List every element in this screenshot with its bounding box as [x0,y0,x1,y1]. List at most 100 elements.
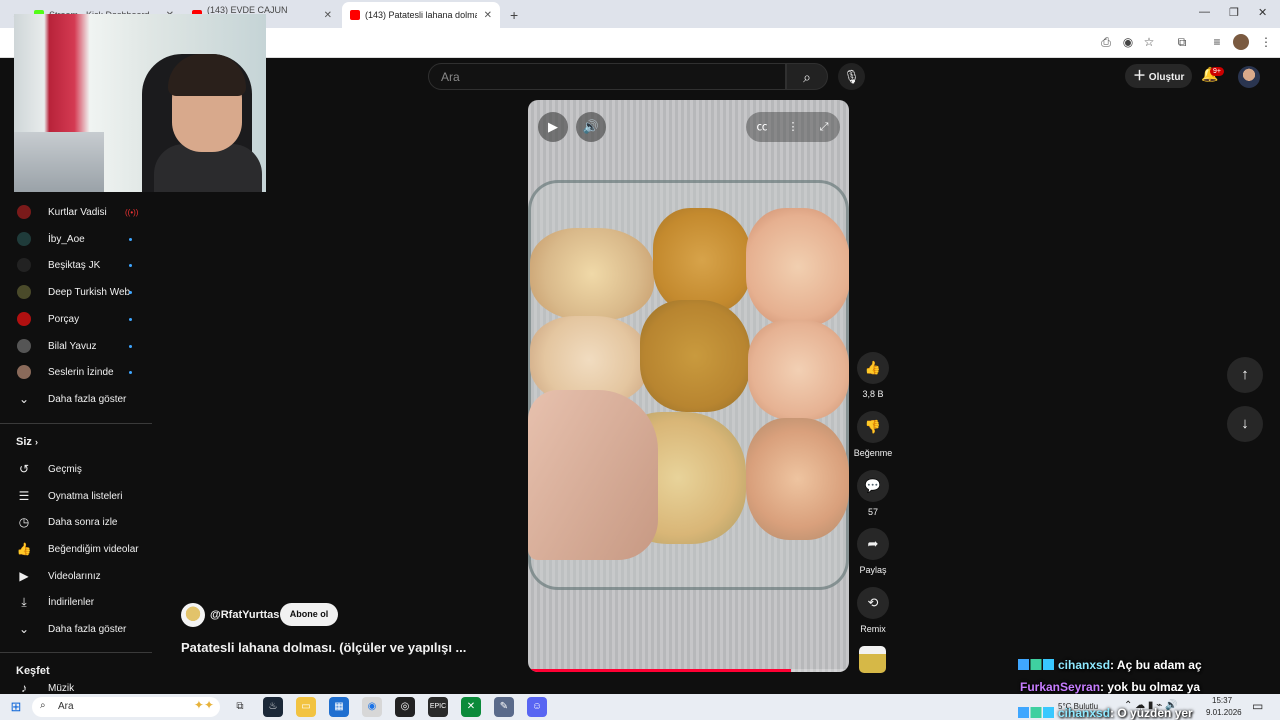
sidebar-item-iby-aoe[interactable]: İby_Aoe [0,226,152,252]
restore-button[interactable]: ❐ [1229,6,1239,19]
epic-games-icon[interactable]: EPIC [428,697,448,717]
dislike-button[interactable]: 👎 Beğenme [852,411,894,458]
profile-avatar-icon[interactable] [1233,34,1249,50]
voice-search-button[interactable]: 🎙 [838,63,865,90]
new-tab-button[interactable]: + [502,4,526,26]
create-label: Oluştur [1148,72,1185,83]
chat-username: cihanxsd [1058,706,1111,720]
file-explorer-icon[interactable]: ▭ [296,697,316,717]
captions-icon[interactable]: ㏄ [747,112,777,142]
hide-icon[interactable]: ◉ [1120,34,1136,50]
volume-button[interactable]: 🔊 [576,112,606,142]
sound-thumbnail[interactable] [859,646,886,673]
show-more-label: Daha fazla göster [48,393,127,405]
sidebar-item-playlists[interactable]: ☰ Oynatma listeleri [0,483,152,509]
steam-icon[interactable]: ♨ [263,697,283,717]
remix-label: Remix [860,624,886,634]
search-input[interactable]: Ara [428,63,786,90]
sidebar-item-liked-videos[interactable]: 👍 Beğendiğim videolar [0,536,152,562]
search-icon: ⌕ [40,700,46,711]
next-short-button[interactable]: ↓ [1227,406,1263,442]
sidebar-item-label: Kurtlar Vadisi [48,206,107,218]
xbox-icon[interactable]: ✕ [461,697,481,717]
sidebar-item-porcay[interactable]: Porçay [0,306,152,332]
task-view-icon[interactable]: ⧉ [230,697,250,717]
sidebar-item-bilal-yavuz[interactable]: Bilal Yavuz [0,333,152,359]
sidebar-item-downloads[interactable]: ⤓ İndirilenler [0,589,152,615]
like-button[interactable]: 👍 3,8 B [852,352,894,399]
sidebar-item-music[interactable]: ♪ Müzik [0,682,152,694]
comment-count: 57 [867,507,878,517]
sidebar-item-your-videos[interactable]: ▶ Videolarınız [0,563,152,589]
minimize-button[interactable]: — [1199,6,1210,18]
sidebar-item-seslerin-izinde[interactable]: Seslerin İzinde [0,359,152,385]
taskbar-search-input[interactable]: ⌕ Ara ✦✦ [32,697,220,717]
sidebar-item-label: Videolarınız [48,570,101,582]
channel-name[interactable]: @RfatYurttas [210,609,279,621]
show-more-label: Daha fazla göster [48,623,127,635]
watch-later-icon: ◷ [18,515,30,529]
channel-avatar[interactable] [181,603,205,627]
taskbar-time[interactable]: 15:37 [1212,696,1232,705]
sidebar-item-watch-later[interactable]: ◷ Daha sonra izle [0,509,152,535]
search-highlight-icon: ✦✦ [193,698,214,712]
close-tab-icon[interactable]: ✕ [324,10,332,21]
more-options-icon[interactable]: ⋮ [778,112,808,142]
fullscreen-icon[interactable]: ⤢ [809,112,839,142]
show-more-you[interactable]: ⌄ Daha fazla göster [0,616,152,642]
sidebar-item-label: Oynatma listeleri [48,490,123,502]
sidebar-item-label: Seslerin İzinde [48,366,114,378]
media-control-icon[interactable]: ≡ [1209,34,1225,50]
sidebar-item-label: Müzik [48,682,75,694]
chat-badges-icon [1018,707,1054,718]
new-content-dot [129,344,132,348]
share-label: Paylaş [859,565,887,575]
browser-menu-icon[interactable]: ⋮ [1258,34,1274,50]
comments-button[interactable]: 💬 57 [852,470,894,517]
sidebar-you-heading[interactable]: Siz › [16,436,38,448]
obs-icon[interactable]: ◎ [395,697,415,717]
subscribe-button[interactable]: Abone ol [280,603,338,626]
previous-short-button[interactable]: ↑ [1227,357,1263,393]
your-videos-icon: ▶ [19,569,29,583]
like-count: 3,8 B [862,389,884,399]
cabbage-roll [748,320,849,420]
show-more-subscriptions[interactable]: ⌄ Daha fazla göster [0,386,152,412]
taskbar-date[interactable]: 9.01.2026 [1206,708,1242,717]
video-progress-fill [528,669,792,672]
sidebar-item-history[interactable]: ↺ Geçmiş [0,456,152,482]
short-video-player[interactable]: ▶ 🔊 ㏄ ⋮ ⤢ [528,100,849,672]
chevron-down-icon: ⌄ [18,392,30,406]
cabbage-roll [653,208,751,313]
tab-lahana-dolmasi[interactable]: (143) Patatesli lahana dolması ✕ [342,2,500,28]
sidebar-item-kurtlar-vadisi[interactable]: Kurtlar Vadisi ((•)) [0,199,152,225]
webcam-bed [14,132,104,192]
chrome-icon[interactable]: ◉ [362,697,382,717]
account-avatar[interactable] [1238,66,1260,88]
install-app-icon[interactable]: ⎙ [1098,34,1114,50]
remix-button[interactable]: ⟲ Remix [852,587,894,634]
sidebar-item-besiktas[interactable]: Beşiktaş JK [0,252,152,278]
notification-badge: 9+ [1210,67,1224,76]
close-window-button[interactable]: ✕ [1258,6,1267,19]
chat-message: cihanxsd: Aç bu adam aç [1018,658,1202,672]
notification-center-icon[interactable]: ▭ [1252,699,1263,713]
cabbage-roll [746,208,849,326]
video-progress-bar[interactable] [528,669,849,672]
discord-icon[interactable]: ☺ [527,697,547,717]
share-button[interactable]: ➦ Paylaş [852,528,894,575]
app-icon[interactable]: ✎ [494,697,514,717]
video-title[interactable]: Patatesli lahana dolması. (ölçüler ve ya… [181,640,466,655]
create-button[interactable]: ＋ Oluştur [1125,64,1192,88]
sidebar-item-label: İby_Aoe [48,233,85,245]
search-button[interactable]: ⌕ [786,63,828,90]
windows-start-icon[interactable]: ⊞ [6,697,26,717]
play-button[interactable]: ▶ [538,112,568,142]
extensions-icon[interactable]: ⧉ [1174,34,1190,50]
store-icon[interactable]: ▦ [329,697,349,717]
bookmark-star-icon[interactable]: ☆ [1141,34,1157,50]
sidebar-item-deep-turkish-web[interactable]: Deep Turkish Web [0,279,152,305]
volume-icon: 🔊 [582,119,600,134]
close-tab-icon[interactable]: ✕ [484,10,492,21]
sidebar-item-label: Beşiktaş JK [48,259,101,271]
